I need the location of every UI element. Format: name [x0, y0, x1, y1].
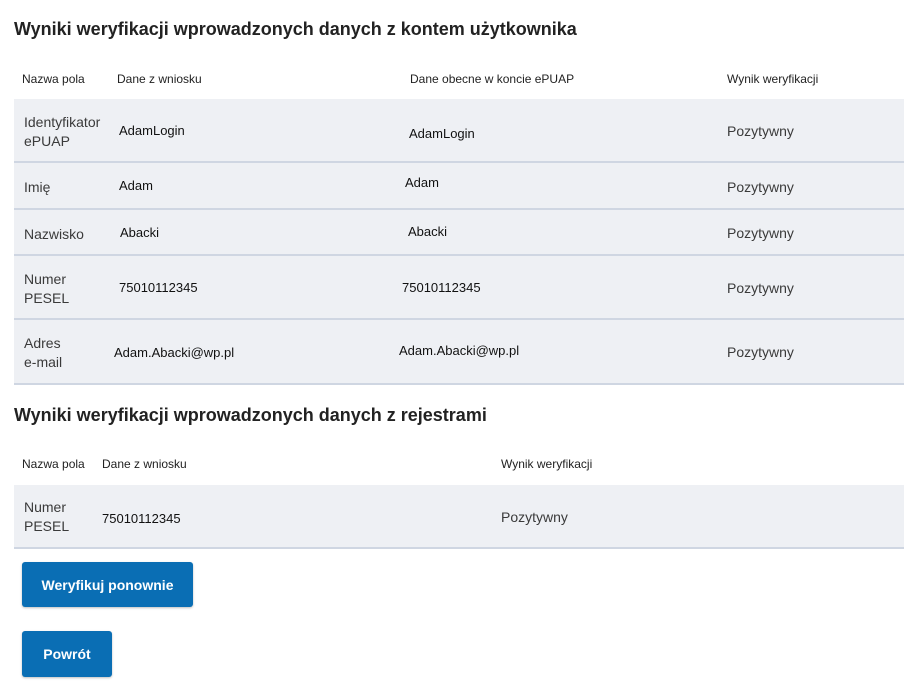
- verification-result: Pozytywny: [727, 123, 794, 139]
- table-row: Imię Adam Adam Pozytywny: [14, 163, 904, 210]
- verification-result: Pozytywny: [727, 179, 794, 195]
- request-value: Adam.Abacki@wp.pl: [114, 345, 235, 360]
- table-row: Adres e-mail Adam.Abacki@wp.pl Adam.Abac…: [14, 320, 904, 385]
- verify-again-button[interactable]: Weryfikuj ponownie: [22, 562, 193, 607]
- field-name: Imię: [24, 179, 51, 195]
- header-result: Wynik weryfikacji: [501, 457, 593, 471]
- table-row: Nazwisko Abacki Abacki Pozytywny: [14, 210, 904, 256]
- account-value: AdamLogin: [409, 126, 475, 141]
- back-button[interactable]: Powrót: [22, 631, 112, 677]
- field-name: Numer PESEL: [24, 271, 70, 306]
- header-from-request: Dane z wniosku: [117, 72, 202, 86]
- verification-result: Pozytywny: [727, 344, 794, 360]
- table-row: Numer PESEL 75010112345 75010112345 Pozy…: [14, 256, 904, 320]
- verification-result: Pozytywny: [727, 225, 794, 241]
- table-row: Identyfikator ePUAP AdamLogin AdamLogin …: [14, 99, 904, 163]
- section-account-title: Wyniki weryfikacji wprowadzonych danych …: [14, 19, 577, 39]
- header-field-name: Nazwa pola: [22, 72, 85, 86]
- header-result: Wynik weryfikacji: [727, 72, 819, 86]
- header-current-in-account: Dane obecne w koncie ePUAP: [410, 72, 575, 86]
- header-from-request: Dane z wniosku: [102, 457, 187, 471]
- request-value: 75010112345: [102, 511, 181, 526]
- request-value: Adam: [119, 178, 153, 193]
- field-name: Adres e-mail: [24, 335, 63, 370]
- verification-result: Pozytywny: [727, 280, 794, 296]
- account-value: Adam.Abacki@wp.pl: [399, 343, 520, 358]
- section-registers-title: Wyniki weryfikacji wprowadzonych danych …: [14, 405, 487, 425]
- account-value: Abacki: [408, 224, 448, 239]
- table-row: Numer PESEL 75010112345 Pozytywny: [14, 485, 904, 549]
- request-value: AdamLogin: [119, 123, 185, 138]
- account-value: Adam: [405, 175, 439, 190]
- field-name: Numer PESEL: [24, 499, 70, 534]
- field-name: Nazwisko: [24, 226, 84, 242]
- verification-result: Pozytywny: [501, 509, 568, 525]
- request-value: Abacki: [120, 225, 160, 240]
- field-name: Identyfikator ePUAP: [24, 114, 101, 149]
- header-field-name: Nazwa pola: [22, 457, 85, 471]
- request-value: 75010112345: [119, 280, 198, 295]
- account-value: 75010112345: [402, 280, 481, 295]
